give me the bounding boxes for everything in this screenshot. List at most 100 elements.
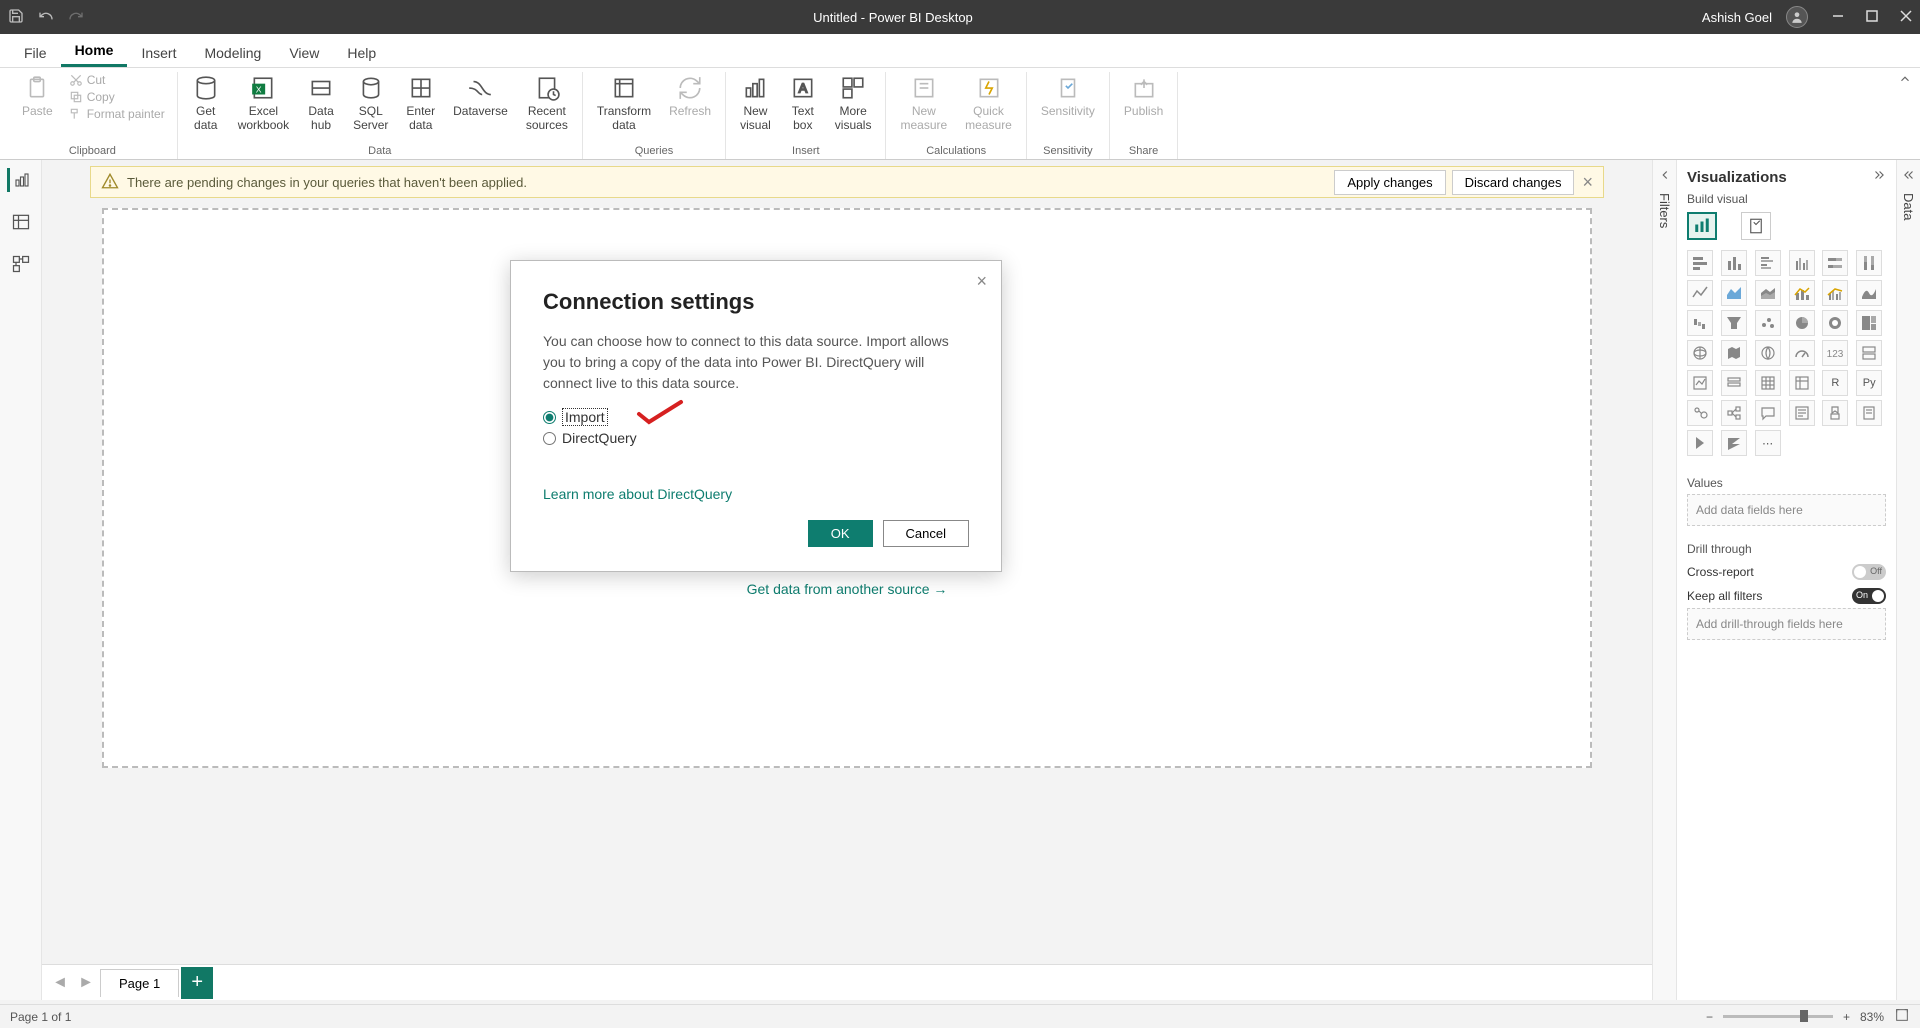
tab-file[interactable]: File: [10, 39, 61, 67]
viz-multirow-card-icon[interactable]: [1856, 340, 1882, 366]
maximize-icon[interactable]: [1866, 10, 1878, 25]
viz-more-icon[interactable]: ⋯: [1755, 430, 1781, 456]
viz-narrative-icon[interactable]: [1789, 400, 1815, 426]
viz-funnel-icon[interactable]: [1721, 310, 1747, 336]
format-tab-icon[interactable]: [1741, 212, 1771, 240]
viz-azure-map-icon[interactable]: [1755, 340, 1781, 366]
data-view-icon[interactable]: [9, 210, 33, 234]
publish-button[interactable]: Publish: [1118, 72, 1169, 120]
dataverse-button[interactable]: Dataverse: [447, 72, 514, 120]
sql-server-button[interactable]: SQL Server: [347, 72, 394, 135]
viz-key-influencers-icon[interactable]: [1687, 400, 1713, 426]
data-hub-button[interactable]: Data hub: [301, 72, 341, 135]
viz-qa-icon[interactable]: [1755, 400, 1781, 426]
page-tab-1[interactable]: Page 1: [100, 969, 179, 997]
tab-modeling[interactable]: Modeling: [190, 39, 275, 67]
discard-changes-button[interactable]: Discard changes: [1452, 170, 1575, 195]
build-tab-icon[interactable]: [1687, 212, 1717, 240]
learn-more-link[interactable]: Learn more about DirectQuery: [543, 486, 969, 502]
fit-page-icon[interactable]: [1894, 1007, 1910, 1026]
close-warning-icon[interactable]: ×: [1582, 172, 1593, 193]
sensitivity-button[interactable]: Sensitivity: [1035, 72, 1101, 120]
viz-stacked-column-icon[interactable]: [1721, 250, 1747, 276]
get-data-another-source-link[interactable]: Get data from another source →: [747, 581, 948, 597]
directquery-radio-row[interactable]: DirectQuery: [543, 430, 969, 446]
viz-area-icon[interactable]: [1721, 280, 1747, 306]
text-box-button[interactable]: AText box: [783, 72, 823, 135]
viz-gauge-icon[interactable]: [1789, 340, 1815, 366]
viz-ribbon-icon[interactable]: [1856, 280, 1882, 306]
viz-python-icon[interactable]: Py: [1856, 370, 1882, 396]
viz-kpi-icon[interactable]: [1687, 370, 1713, 396]
more-visuals-button[interactable]: More visuals: [829, 72, 878, 135]
recent-sources-button[interactable]: Recent sources: [520, 72, 574, 135]
tab-help[interactable]: Help: [333, 39, 390, 67]
viz-filled-map-icon[interactable]: [1721, 340, 1747, 366]
viz-line-icon[interactable]: [1687, 280, 1713, 306]
viz-goals-icon[interactable]: [1822, 400, 1848, 426]
expand-filters-icon[interactable]: [1658, 168, 1672, 187]
viz-line-clustered-icon[interactable]: [1822, 280, 1848, 306]
undo-icon[interactable]: [38, 8, 54, 27]
viz-stacked-bar-icon[interactable]: [1687, 250, 1713, 276]
viz-100-bar-icon[interactable]: [1822, 250, 1848, 276]
new-visual-button[interactable]: New visual: [734, 72, 777, 135]
cancel-button[interactable]: Cancel: [883, 520, 969, 547]
viz-card-icon[interactable]: 123: [1822, 340, 1848, 366]
viz-clustered-column-icon[interactable]: [1789, 250, 1815, 276]
viz-100-column-icon[interactable]: [1856, 250, 1882, 276]
viz-pie-icon[interactable]: [1789, 310, 1815, 336]
transform-data-button[interactable]: Transform data: [591, 72, 657, 135]
minimize-icon[interactable]: [1832, 10, 1844, 25]
quick-measure-button[interactable]: Quick measure: [959, 72, 1018, 135]
user-avatar-icon[interactable]: [1786, 6, 1808, 28]
values-well[interactable]: Add data fields here: [1687, 494, 1886, 526]
import-radio-row[interactable]: Import: [543, 408, 969, 426]
paste-button[interactable]: Paste: [16, 72, 59, 120]
redo-icon[interactable]: [68, 8, 84, 27]
viz-matrix-icon[interactable]: [1789, 370, 1815, 396]
add-page-button[interactable]: +: [181, 967, 213, 999]
report-view-icon[interactable]: [7, 168, 31, 192]
tab-insert[interactable]: Insert: [127, 39, 190, 67]
viz-scatter-icon[interactable]: [1755, 310, 1781, 336]
get-data-button[interactable]: Get data: [186, 72, 226, 135]
zoom-in-icon[interactable]: +: [1843, 1010, 1850, 1024]
refresh-button[interactable]: Refresh: [663, 72, 717, 120]
directquery-radio[interactable]: [543, 432, 556, 445]
viz-stacked-area-icon[interactable]: [1755, 280, 1781, 306]
expand-viz-icon[interactable]: [1872, 168, 1886, 186]
zoom-out-icon[interactable]: −: [1706, 1010, 1713, 1024]
dialog-close-icon[interactable]: ×: [976, 271, 987, 292]
cut-button[interactable]: Cut: [65, 72, 169, 88]
close-icon[interactable]: [1900, 10, 1912, 25]
zoom-slider[interactable]: [1723, 1015, 1833, 1018]
keep-filters-toggle[interactable]: On: [1852, 588, 1886, 604]
filters-rail[interactable]: Filters: [1652, 160, 1676, 1000]
ok-button[interactable]: OK: [808, 520, 873, 547]
viz-treemap-icon[interactable]: [1856, 310, 1882, 336]
new-measure-button[interactable]: New measure: [894, 72, 953, 135]
viz-waterfall-icon[interactable]: [1687, 310, 1713, 336]
format-painter-button[interactable]: Format painter: [65, 106, 169, 122]
model-view-icon[interactable]: [9, 252, 33, 276]
tab-view[interactable]: View: [275, 39, 333, 67]
apply-changes-button[interactable]: Apply changes: [1334, 170, 1445, 195]
viz-slicer-icon[interactable]: [1721, 370, 1747, 396]
enter-data-button[interactable]: Enter data: [400, 72, 441, 135]
expand-data-icon[interactable]: [1902, 168, 1916, 187]
data-rail[interactable]: Data: [1896, 160, 1920, 1000]
viz-donut-icon[interactable]: [1822, 310, 1848, 336]
viz-line-column-icon[interactable]: [1789, 280, 1815, 306]
cross-report-toggle[interactable]: Off: [1852, 564, 1886, 580]
viz-powerautom-icon[interactable]: [1721, 430, 1747, 456]
viz-table-icon[interactable]: [1755, 370, 1781, 396]
viz-powerapps-icon[interactable]: [1687, 430, 1713, 456]
prev-page-icon[interactable]: ◄: [48, 974, 72, 992]
collapse-ribbon-icon[interactable]: [1898, 72, 1912, 91]
copy-button[interactable]: Copy: [65, 89, 169, 105]
excel-workbook-button[interactable]: XExcel workbook: [232, 72, 295, 135]
tab-home[interactable]: Home: [61, 36, 128, 67]
drill-well[interactable]: Add drill-through fields here: [1687, 608, 1886, 640]
save-icon[interactable]: [8, 8, 24, 27]
